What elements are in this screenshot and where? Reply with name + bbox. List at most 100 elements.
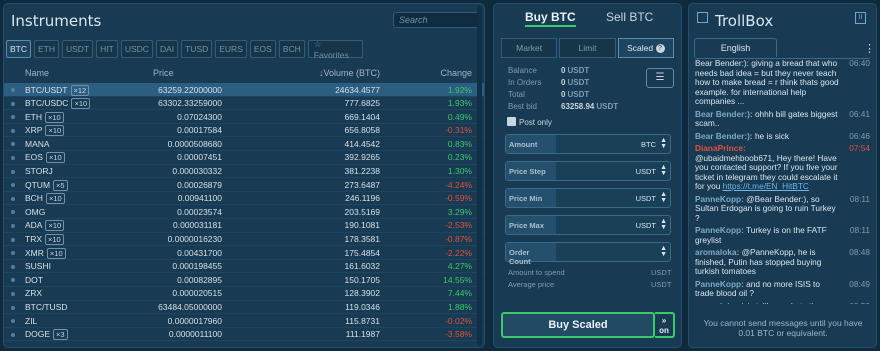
table-row[interactable]: DOT 0.00082895 150.1705 14.55% [4, 273, 484, 287]
table-row[interactable]: ZRX 0.000020515 128.3902 7.44% [4, 287, 484, 301]
volume: 115.8731 [345, 315, 380, 326]
field-order-count[interactable]: Order Count ▲ ▼ [505, 242, 671, 266]
chat-user[interactable]: Bear Bender:): [695, 131, 753, 141]
col-price[interactable]: Price [153, 68, 174, 78]
tab-dai[interactable]: DAI [155, 40, 179, 58]
popout-icon[interactable] [697, 12, 708, 23]
price: 0.00431700 [177, 247, 222, 258]
average-price: Average price USDT [508, 280, 671, 289]
tab-market[interactable]: Market [501, 38, 558, 58]
favorite-star-icon[interactable] [11, 101, 15, 106]
favorite-star-icon[interactable] [11, 142, 15, 147]
table-row[interactable]: OMG 0.00023574 203.5169 3.29% [4, 205, 484, 219]
table-row[interactable]: TRX ×10 0.0000016230 178.3581 -0.87% [4, 233, 484, 247]
stepper-icon[interactable]: ▲ ▼ [660, 245, 667, 258]
chat-link[interactable]: https://t.me/EN_HitBTC [723, 181, 809, 191]
favorite-star-icon[interactable] [11, 278, 15, 283]
table-row[interactable]: ADA ×10 0.000031181 190.1081 -2.53% [4, 219, 484, 233]
buy-tab[interactable]: Buy BTC [525, 10, 576, 27]
scrollbar[interactable] [477, 6, 482, 346]
tab-limit[interactable]: Limit [559, 38, 616, 58]
field-price-step[interactable]: Price Step USDT ▲ ▼ [505, 161, 671, 181]
table-row[interactable]: DOGE ×3 0.0000011100 111.1987 -3.58% [4, 328, 484, 342]
tab-usdc[interactable]: USDC [120, 40, 153, 58]
chat-user[interactable]: Bear Bender:): [695, 109, 753, 119]
tab-hit[interactable]: HIT [96, 40, 118, 58]
favorite-star-icon[interactable] [11, 305, 15, 310]
chat-user[interactable]: PanneKopp: [695, 225, 744, 235]
field-amount[interactable]: Amount BTC ▲ ▼ [505, 134, 671, 154]
table-row[interactable]: STORJ 0.000030332 381.2238 1.30% [4, 165, 484, 179]
instrument-name: TRX ×10 [25, 234, 64, 246]
favorite-star-icon[interactable] [11, 319, 15, 324]
favorite-star-icon[interactable] [11, 332, 15, 337]
stepper-icon[interactable]: ▲ ▼ [660, 218, 667, 231]
post-only-checkbox[interactable]: Post only [507, 117, 552, 127]
favorite-star-icon[interactable] [11, 291, 15, 296]
tab-eth[interactable]: ETH [34, 40, 59, 58]
change: 14.55% [443, 274, 472, 285]
favorite-star-icon[interactable] [11, 237, 15, 242]
chat-message: Bear Bender:): ohhh bill gates biggest s… [695, 109, 870, 129]
table-row[interactable]: BTC/USDC ×10 63302.33259000 777.6825 1.93% [4, 97, 484, 111]
favorite-star-icon[interactable] [11, 210, 15, 215]
favorite-star-icon[interactable] [11, 155, 15, 160]
table-row[interactable]: MANA 0.0000508680 414.4542 0.83% [4, 137, 484, 151]
search-input[interactable]: Search [393, 12, 480, 28]
change: 1.93% [447, 98, 472, 109]
favorite-star-icon[interactable] [11, 115, 15, 120]
sell-tab[interactable]: Sell BTC [606, 10, 653, 24]
quick-order-toggle[interactable]: » on [655, 312, 675, 338]
table-row[interactable]: XMR ×10 0.00431700 175.4854 -2.22% [4, 246, 484, 260]
col-change[interactable]: Change [440, 68, 472, 78]
table-row[interactable]: ZIL 0.0000017960 115.8731 -0.02% [4, 314, 484, 328]
tab-usdt[interactable]: USDT [62, 40, 94, 58]
chat-time: 06:40 [849, 58, 870, 68]
buy-scaled-button[interactable]: Buy Scaled [501, 312, 655, 338]
favorite-star-icon[interactable] [11, 264, 15, 269]
table-row[interactable]: QTUM ×5 0.00026879 273.6487 -4.24% [4, 178, 484, 192]
field-price-max[interactable]: Price Max USDT ▲ ▼ [505, 215, 671, 235]
stepper-icon[interactable]: ▲ ▼ [660, 164, 667, 177]
tab-favorites[interactable]: ☆ Favorites [307, 39, 363, 60]
chat-user[interactable]: aromaloka: [695, 247, 739, 257]
stepper-icon[interactable]: ▲ ▼ [660, 191, 667, 204]
table-row[interactable]: BTC/TUSD 63484.05000000 119.0346 1.88% [4, 301, 484, 315]
volume: 414.4542 [344, 138, 380, 149]
table-row[interactable]: SUSHI 0.000198455 161.6032 4.27% [4, 260, 484, 274]
favorite-star-icon[interactable] [11, 223, 15, 228]
favorite-star-icon[interactable] [11, 128, 15, 133]
chat-user[interactable]: PanneKopp: [695, 279, 744, 289]
tab-scaled[interactable]: Scaled ? [617, 38, 674, 58]
table-row[interactable]: XRP ×10 0.00017584 656.8058 -0.31% [4, 124, 484, 138]
favorite-star-icon[interactable] [11, 183, 15, 188]
col-name[interactable]: Name [25, 68, 49, 78]
menu-icon[interactable]: ⋮ [864, 42, 875, 55]
chat-user[interactable]: aromaloka: [695, 301, 739, 304]
chat-user[interactable]: DianaPrince: [695, 143, 746, 153]
tab-tusd[interactable]: TUSD [181, 40, 213, 58]
favorite-star-icon[interactable] [11, 196, 15, 201]
pause-icon[interactable]: II [855, 12, 866, 24]
tab-eos[interactable]: EOS [249, 40, 276, 58]
favorite-star-icon[interactable] [11, 251, 15, 256]
table-row[interactable]: ETH ×10 0.07024300 669.1404 0.49% [4, 110, 484, 124]
table-row[interactable]: BCH ×10 0.00941100 246.1196 -0.59% [4, 192, 484, 206]
chat-user[interactable]: PanneKopp: [695, 194, 744, 204]
volume: 246.1196 [345, 193, 380, 204]
field-price-min[interactable]: Price Min USDT ▲ ▼ [505, 188, 671, 208]
settings-sliders-icon[interactable]: ☰ [646, 68, 674, 88]
favorite-star-icon[interactable] [11, 169, 15, 174]
tab-bch[interactable]: BCH [278, 40, 305, 58]
col-volume[interactable]: ↓Volume (BTC) [319, 68, 380, 78]
tab-btc[interactable]: BTC [6, 40, 31, 58]
tab-eurs[interactable]: EURS [215, 40, 247, 58]
table-row[interactable]: BTC/USDT ×12 63259.22000000 24634.4577 1.92% [4, 83, 484, 97]
tab-english[interactable]: English [694, 38, 777, 57]
stepper-icon[interactable]: ▲ ▼ [660, 137, 667, 150]
value: 0 [561, 78, 566, 87]
favorite-star-icon[interactable] [11, 88, 15, 92]
unit: USDT [567, 66, 590, 75]
volume: 381.2238 [344, 166, 380, 177]
table-row[interactable]: EOS ×10 0.00007451 392.9265 0.23% [4, 151, 484, 165]
